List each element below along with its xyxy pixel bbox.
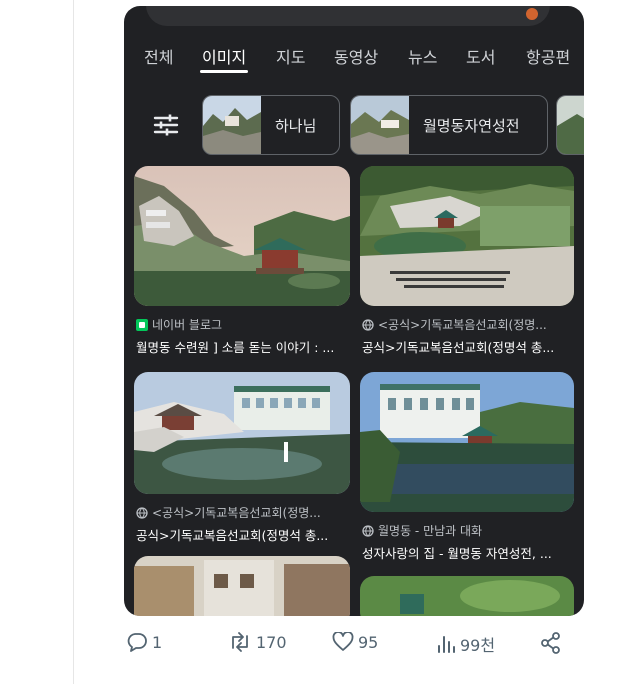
result-caption[interactable]: 공식>기독교복음선교회(정명석 총... [136,525,350,544]
result-source[interactable]: 월명동 - 만남과 대화 [362,522,482,539]
filter-button[interactable] [146,100,186,150]
tab-videos[interactable]: 동영상 [334,44,378,68]
result-caption[interactable]: 공식>기독교복음선교회(정명석 총... [362,337,574,356]
bar-chart-icon [438,636,455,653]
chip-label: 월명동자연성전 [423,116,520,135]
repost-button[interactable]: 170 [228,632,287,652]
chip-label: 하나님 [275,116,317,135]
chip-wolmyeongdong[interactable]: 월명동자연성전 [350,95,548,155]
image-result-1[interactable]: 네이버 블로그 월명동 수련원 ] 소름 돋는 이야기 : ... [134,166,350,356]
result-source-label: <공식>기독교복음선교회(정명... [152,506,321,520]
result-caption[interactable]: 성자사랑의 집 - 월명동 자연성전, ... [362,543,574,562]
views-button[interactable]: 99천 [436,632,495,656]
globe-icon [362,318,374,331]
result-source-label: 네이버 블로그 [152,318,223,332]
tab-news[interactable]: 뉴스 [408,44,437,68]
like-button[interactable]: 95 [332,632,378,652]
image-result-3[interactable]: <공식>기독교복음선교회(정명... 공식>기독교복음선교회(정명석 총... [134,372,350,562]
image-result-5[interactable] [134,556,350,616]
result-source[interactable]: <공식>기독교복음선교회(정명... [362,316,547,333]
heart-icon [332,632,354,651]
result-image [360,576,574,616]
chip-thumbnail [203,96,261,154]
result-image [134,166,350,306]
chip-thumbnail [557,96,584,154]
reply-icon [127,633,147,652]
chip-more[interactable] [556,95,584,155]
image-result-4[interactable]: 월명동 - 만남과 대화 성자사랑의 집 - 월명동 자연성전, ... [360,372,574,562]
search-bar[interactable] [146,6,550,26]
google-account-icon[interactable] [526,8,538,20]
tab-books[interactable]: 도서 [466,44,495,68]
image-result-2[interactable]: <공식>기독교복음선교회(정명... 공식>기독교복음선교회(정명석 총... [360,166,574,356]
tab-images[interactable]: 이미지 [202,44,246,68]
tweet-action-bar: 1 170 95 99천 [124,628,584,664]
repost-count: 170 [256,632,287,652]
reply-button[interactable]: 1 [126,632,162,652]
repost-icon [232,632,248,652]
chip-god[interactable]: 하나님 [202,95,340,155]
share-button[interactable] [540,632,562,654]
result-source[interactable]: <공식>기독교복음선교회(정명... [136,504,321,521]
naver-blog-icon [136,318,148,331]
result-caption[interactable]: 월명동 수련원 ] 소름 돋는 이야기 : ... [136,337,350,356]
result-image [134,372,350,494]
embedded-screenshot: 전체 이미지 지도 동영상 뉴스 도서 항공편 하나님 월명동자연성전 네이버 … [124,6,584,616]
search-tabs: 전체 이미지 지도 동영상 뉴스 도서 항공편 [124,44,584,74]
sliders-icon [153,114,179,136]
image-result-6[interactable] [360,576,574,616]
timeline-divider [73,0,74,684]
result-source-label: 월명동 - 만남과 대화 [378,524,483,538]
globe-icon [136,506,148,519]
share-icon [541,632,560,654]
result-image [360,166,574,306]
result-source-label: <공식>기독교복음선교회(정명... [378,318,547,332]
chip-thumbnail [351,96,409,154]
tab-maps[interactable]: 지도 [276,44,305,68]
like-count: 95 [358,632,379,652]
globe-icon [362,524,374,537]
result-image [134,556,350,616]
reply-count: 1 [152,632,163,652]
tab-flights[interactable]: 항공편 [526,44,570,68]
result-image [360,372,574,512]
active-tab-indicator [200,70,248,73]
view-count: 99천 [460,636,496,655]
tab-all[interactable]: 전체 [144,44,173,68]
result-source[interactable]: 네이버 블로그 [136,316,222,333]
